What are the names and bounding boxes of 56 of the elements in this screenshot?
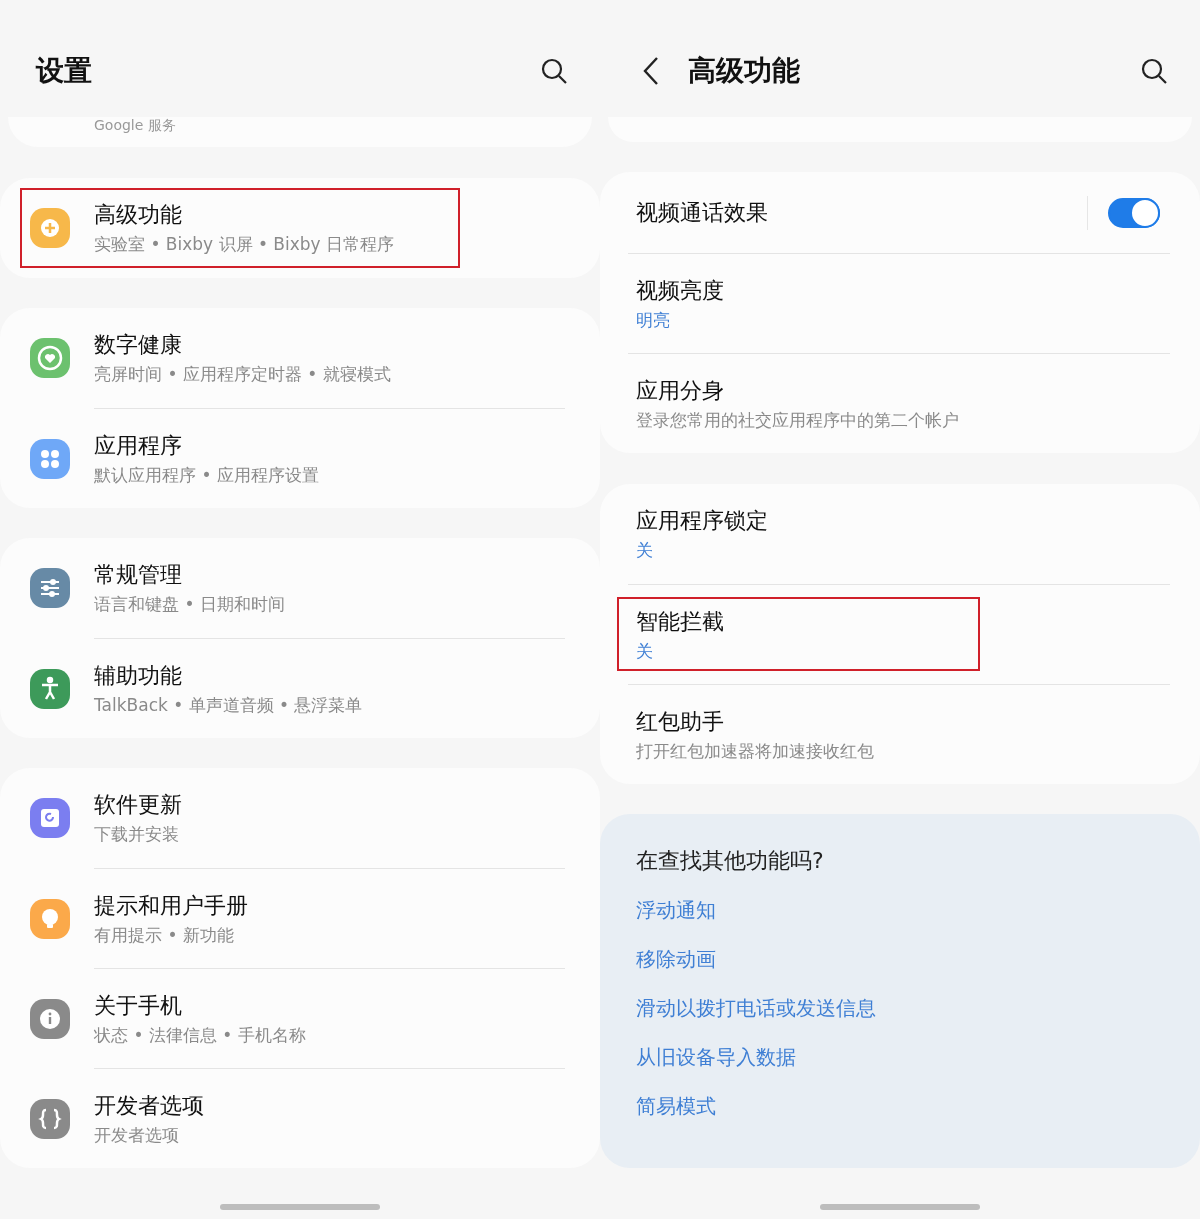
item-summary: 下载并安装 bbox=[94, 824, 180, 844]
item-summary: 有用提示 • 新功能 bbox=[94, 924, 235, 945]
item-summary: 亮屏时间 • 应用程序定时器 • 就寝模式 bbox=[94, 364, 392, 384]
settings-item[interactable]: 软件更新 下载并安装 bbox=[0, 768, 600, 868]
item-title: 关于手机 bbox=[94, 992, 183, 1019]
item-title: 软件更新 bbox=[94, 792, 183, 818]
item-summary: 登录您常用的社交应用程序中的第二个帐户 bbox=[636, 409, 960, 430]
settings-item[interactable]: 应用程序锁定 关 bbox=[600, 484, 1200, 584]
item-value: 明亮 bbox=[636, 309, 671, 330]
item-title: Google 服务 bbox=[94, 117, 176, 133]
page-title: 高级功能 bbox=[688, 52, 801, 89]
item-summary: 实验室 • Bixby 识屏 • Bixby 日常程序 bbox=[94, 234, 396, 254]
item-title: 应用程序锁定 bbox=[636, 508, 769, 534]
item-title: 常规管理 bbox=[94, 562, 183, 588]
item-title: 提示和用户手册 bbox=[94, 892, 249, 919]
suggestion-link[interactable]: 简易模式 bbox=[636, 1092, 716, 1121]
toggle-switch[interactable] bbox=[1108, 197, 1160, 228]
navigation-handle[interactable] bbox=[820, 1204, 980, 1210]
item-value: 关 bbox=[636, 540, 654, 560]
settings-item[interactable]: 智能拦截 关 bbox=[600, 585, 1200, 684]
settings-item[interactable]: 应用程序 默认应用程序 • 应用程序设置 bbox=[0, 409, 600, 508]
item-title: 红包助手 bbox=[636, 708, 725, 735]
settings-item[interactable]: 辅助功能 TalkBack • 单声道音频 • 悬浮菜单 bbox=[0, 639, 600, 738]
item-summary: 默认应用程序 • 应用程序设置 bbox=[94, 464, 320, 485]
settings-item[interactable]: 视频亮度 明亮 bbox=[600, 254, 1200, 353]
item-value: 关 bbox=[636, 640, 654, 661]
suggestions-title: 在查找其他功能吗? bbox=[636, 847, 825, 875]
item-title: 开发者选项 bbox=[94, 1092, 205, 1119]
settings-item[interactable]: 提示和用户手册 有用提示 • 新功能 bbox=[0, 869, 600, 968]
item-summary: 打开红包加速器将加速接收红包 bbox=[636, 740, 875, 761]
suggestion-link[interactable]: 从旧设备导入数据 bbox=[636, 1043, 796, 1072]
settings-item[interactable]: 应用分身 登录您常用的社交应用程序中的第二个帐户 bbox=[600, 354, 1200, 453]
item-summary: 状态 • 法律信息 • 手机名称 bbox=[94, 1024, 307, 1045]
search-icon bbox=[1140, 56, 1168, 85]
suggestion-link[interactable]: 移除动画 bbox=[636, 945, 716, 974]
item-summary: TalkBack • 单声道音频 • 悬浮菜单 bbox=[94, 694, 364, 715]
item-title: 辅助功能 bbox=[94, 662, 183, 689]
item-title: 视频亮度 bbox=[636, 277, 725, 304]
settings-item[interactable]: 常规管理 语言和键盘 • 日期和时间 bbox=[0, 538, 600, 638]
settings-item[interactable]: 高级功能 实验室 • Bixby 识屏 • Bixby 日常程序 bbox=[0, 178, 600, 278]
search-icon bbox=[540, 56, 568, 85]
item-title: 智能拦截 bbox=[636, 608, 725, 635]
item-title: 应用程序 bbox=[94, 432, 183, 459]
settings-item[interactable]: 视频通话效果 bbox=[600, 172, 1200, 253]
item-title: 应用分身 bbox=[636, 377, 725, 404]
settings-item[interactable]: 数字健康 亮屏时间 • 应用程序定时器 • 就寝模式 bbox=[0, 308, 600, 408]
settings-item[interactable]: 开发者选项 开发者选项 bbox=[0, 1069, 600, 1168]
item-summary: 开发者选项 bbox=[94, 1124, 180, 1145]
settings-item[interactable]: 关于手机 状态 • 法律信息 • 手机名称 bbox=[0, 969, 600, 1068]
navigation-handle[interactable] bbox=[220, 1204, 380, 1210]
item-title: 高级功能 bbox=[94, 202, 183, 228]
page-title: 设置 bbox=[36, 52, 93, 89]
item-title: 数字健康 bbox=[94, 332, 183, 358]
item-title: 视频通话效果 bbox=[636, 199, 769, 226]
item-summary: 语言和键盘 • 日期和时间 bbox=[94, 594, 286, 614]
settings-item[interactable]: 红包助手 打开红包加速器将加速接收红包 bbox=[600, 685, 1200, 784]
